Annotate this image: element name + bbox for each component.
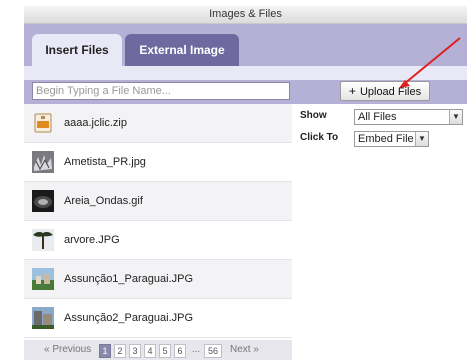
click-to-select[interactable]: Embed File ▼ (354, 131, 429, 147)
image-thumbnail (32, 268, 54, 290)
click-to-value: Embed File (358, 133, 414, 145)
list-item[interactable]: aaaa.jclic.zip (24, 104, 292, 143)
upload-files-button[interactable]: + Upload Files (340, 81, 430, 101)
page-1[interactable]: 1 (99, 344, 111, 358)
list-item[interactable]: Areia_Ondas.gif (24, 182, 292, 221)
list-item[interactable]: Ametista_PR.jpg (24, 143, 292, 182)
page-5[interactable]: 5 (159, 344, 171, 358)
file-search-input[interactable]: Begin Typing a File Name... (32, 82, 290, 100)
file-name: Ametista_PR.jpg (64, 156, 146, 168)
chevron-down-icon: ▼ (449, 110, 462, 124)
page-2[interactable]: 2 (114, 344, 126, 358)
page-4[interactable]: 4 (144, 344, 156, 358)
show-label: Show (300, 110, 327, 121)
tab-insert-files[interactable]: Insert Files (32, 34, 122, 66)
plus-icon: + (348, 84, 356, 98)
file-name: aaaa.jclic.zip (64, 117, 127, 129)
click-to-label: Click To (300, 132, 339, 143)
pager-ellipsis: ... (192, 344, 201, 355)
image-thumbnail (32, 151, 54, 173)
file-toolbar: Begin Typing a File Name... + Upload File… (24, 80, 467, 104)
file-name: arvore.JPG (64, 234, 120, 246)
page-6[interactable]: 6 (174, 344, 186, 358)
chevron-down-icon: ▼ (415, 132, 428, 146)
list-item[interactable]: arvore.JPG (24, 221, 292, 260)
pagination: « Previous 1 2 3 4 5 6 ... 56 Next » (24, 340, 292, 360)
show-filter-select[interactable]: All Files ▼ (354, 109, 463, 125)
file-name: Areia_Ondas.gif (64, 195, 143, 207)
tab-content-band (24, 66, 467, 80)
show-filter-value: All Files (358, 111, 397, 123)
page-3[interactable]: 3 (129, 344, 141, 358)
file-name: Assunção1_Paraguai.JPG (64, 273, 194, 285)
window-title: Images & Files (24, 6, 467, 24)
image-thumbnail (32, 229, 54, 251)
zip-file-icon (34, 113, 52, 133)
list-item[interactable]: Assunção1_Paraguai.JPG (24, 260, 292, 299)
options-panel: Show All Files ▼ Click To Embed File ▼ (292, 104, 467, 340)
tab-bar: Insert Files External Image (24, 24, 467, 66)
upload-files-label: Upload Files (359, 86, 422, 98)
image-thumbnail (32, 190, 54, 212)
image-thumbnail (32, 307, 54, 329)
page-last[interactable]: 56 (204, 344, 222, 358)
list-item[interactable]: Assunção2_Paraguai.JPG (24, 299, 292, 338)
tab-external-image[interactable]: External Image (125, 34, 239, 66)
pager-previous[interactable]: « Previous (44, 340, 91, 360)
file-list: aaaa.jclic.zip Ametista_PR.jpg Areia_Ond… (24, 104, 292, 340)
pager-next[interactable]: Next » (230, 340, 259, 360)
file-name: Assunção2_Paraguai.JPG (64, 312, 194, 324)
